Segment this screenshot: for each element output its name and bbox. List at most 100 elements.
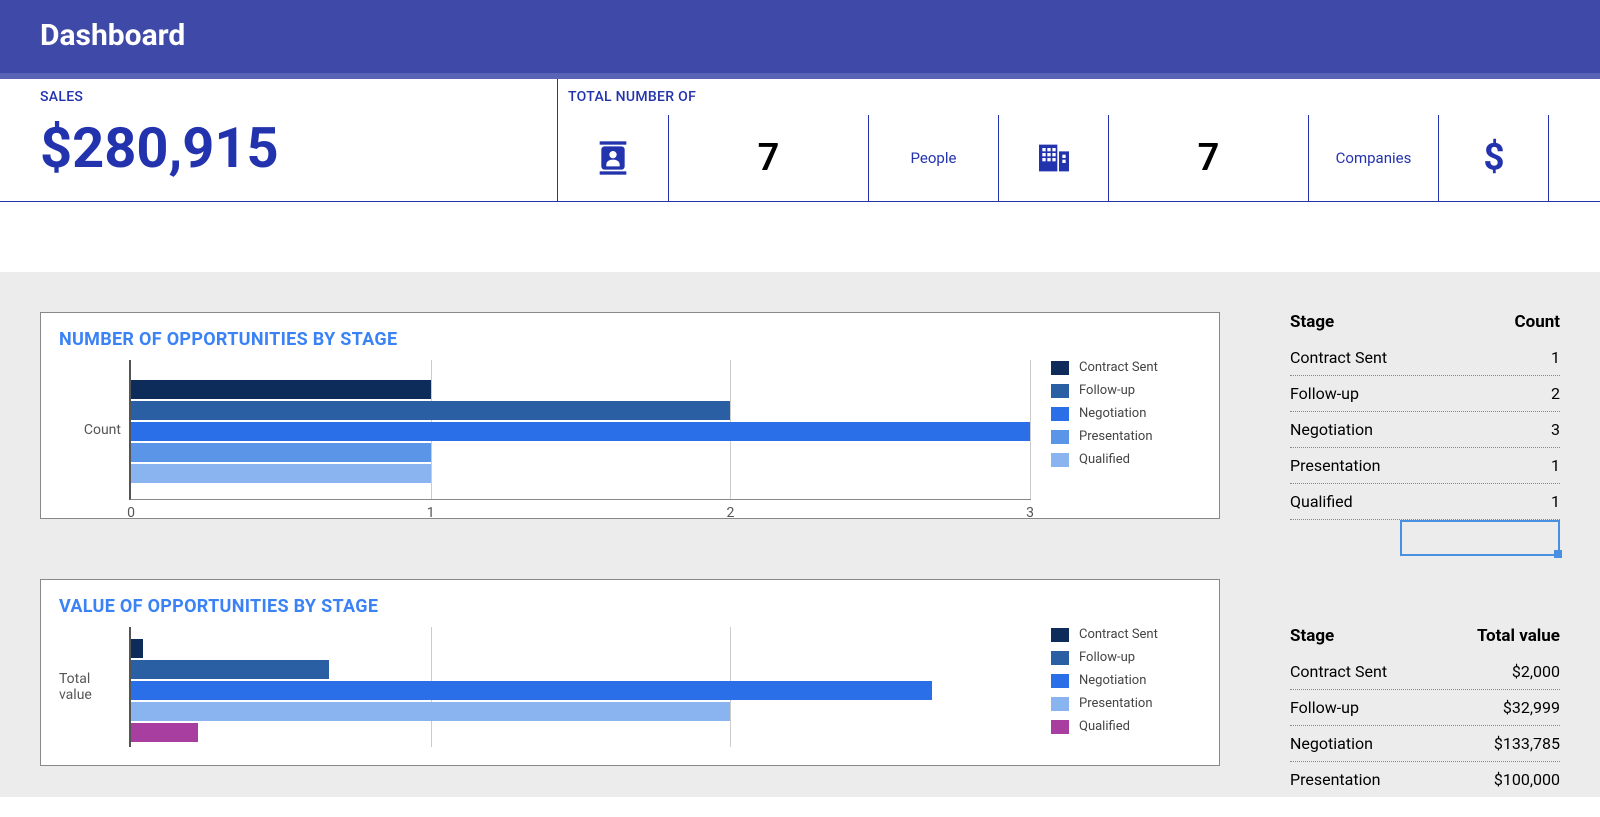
chart2-ylabel: Total value (59, 627, 129, 747)
legend-label: Negotiation (1079, 406, 1146, 421)
total-label: TOTAL NUMBER OF (568, 89, 1600, 105)
cell-stage: Contract Sent (1290, 348, 1387, 367)
col-stage: Stage (1290, 626, 1334, 646)
people-count: 7 (668, 115, 868, 201)
legend-item: Contract Sent (1051, 627, 1201, 642)
person-icon (593, 138, 633, 178)
table-header: Stage Total value (1290, 626, 1560, 654)
summary-sales: SALES $280,915 (0, 79, 558, 201)
table-value-by-stage: Stage Total value Contract Sent $2,000 Fo… (1290, 626, 1560, 797)
app-header: Dashboard (0, 0, 1600, 79)
table-row[interactable]: Follow-up $32,999 (1290, 690, 1560, 726)
cell-value: 1 (1551, 456, 1560, 475)
chart-opportunities-by-stage: NUMBER OF OPPORTUNITIES BY STAGE Count 0… (40, 312, 1220, 519)
legend-label: Negotiation (1079, 673, 1146, 688)
legend-label: Presentation (1079, 429, 1153, 444)
selection-handle[interactable] (1554, 550, 1562, 558)
table-row[interactable]: Contract Sent 1 (1290, 340, 1560, 376)
col-stage: Stage (1290, 312, 1334, 332)
bar-negotiation (131, 422, 1030, 441)
sales-value: $280,915 (40, 115, 517, 181)
company-icon (1034, 138, 1074, 178)
people-icon-cell (558, 115, 668, 201)
bar-negotiation (131, 681, 932, 700)
legend-label: Qualified (1079, 452, 1130, 467)
cell-stage: Presentation (1290, 770, 1380, 789)
legend-item: Follow-up (1051, 383, 1201, 398)
cell-stage: Negotiation (1290, 734, 1373, 753)
people-label: People (868, 115, 998, 201)
cell-value: $32,999 (1503, 698, 1560, 717)
legend-item: Qualified (1051, 719, 1201, 734)
chart1-plot: 0 1 2 3 (129, 360, 1031, 500)
table-row[interactable]: Presentation 1 (1290, 448, 1560, 484)
cell-value: 3 (1551, 420, 1560, 439)
table-row[interactable]: Qualified 1 (1290, 484, 1560, 520)
legend-label: Contract Sent (1079, 627, 1158, 642)
opportunities-count: 8 (1548, 115, 1600, 201)
chart1-tick-0: 0 (127, 505, 135, 521)
bar-presentation (131, 702, 730, 721)
table-count-by-stage: Stage Count Contract Sent 1 Follow-up 2 Ne… (1290, 312, 1560, 556)
legend-item: Follow-up (1051, 650, 1201, 665)
dollar-icon-cell: $ (1438, 115, 1548, 201)
table-row[interactable]: Follow-up 2 (1290, 376, 1560, 412)
bar-contract-sent (131, 639, 143, 658)
legend-item: Presentation (1051, 429, 1201, 444)
legend-label: Follow-up (1079, 650, 1135, 665)
summary-totals: TOTAL NUMBER OF 7 People 7 Companies $ 8… (558, 79, 1600, 201)
legend-item: Negotiation (1051, 406, 1201, 421)
chart1-tick-3: 3 (1026, 505, 1034, 521)
bar-follow-up (131, 660, 329, 679)
bar-qualified (131, 723, 198, 742)
sales-label: SALES (40, 89, 517, 105)
summary-row: SALES $280,915 TOTAL NUMBER OF 7 People … (0, 79, 1600, 202)
cell-value: $2,000 (1512, 662, 1560, 681)
table-row[interactable]: Negotiation 3 (1290, 412, 1560, 448)
legend-label: Contract Sent (1079, 360, 1158, 375)
cell-value: 1 (1551, 492, 1560, 511)
table-row[interactable]: Contract Sent $2,000 (1290, 654, 1560, 690)
cell-stage: Follow-up (1290, 384, 1359, 403)
bar-qualified (131, 464, 431, 483)
cell-value: $100,000 (1494, 770, 1560, 789)
legend-item: Qualified (1051, 452, 1201, 467)
cell-stage: Negotiation (1290, 420, 1373, 439)
cell-value: 1 (1551, 348, 1560, 367)
cell-stage: Contract Sent (1290, 662, 1387, 681)
companies-count: 7 (1108, 115, 1308, 201)
legend-item: Negotiation (1051, 673, 1201, 688)
legend-item: Presentation (1051, 696, 1201, 711)
chart2-legend: Contract Sent Follow-up Negotiation Pres… (1031, 627, 1201, 747)
bar-presentation (131, 443, 431, 462)
cell-value: $133,785 (1494, 734, 1560, 753)
legend-label: Presentation (1079, 696, 1153, 711)
selected-cell[interactable] (1400, 520, 1560, 556)
bar-contract-sent (131, 380, 431, 399)
chart1-tick-2: 2 (726, 505, 734, 521)
chart1-legend: Contract Sent Follow-up Negotiation Pres… (1031, 360, 1201, 500)
company-icon-cell (998, 115, 1108, 201)
table-row[interactable]: Negotiation $133,785 (1290, 726, 1560, 762)
chart1-ylabel: Count (59, 360, 129, 500)
charts-area: NUMBER OF OPPORTUNITIES BY STAGE Count 0… (0, 272, 1600, 797)
col-count: Count (1514, 312, 1560, 332)
chart2-plot (129, 627, 1031, 747)
cell-stage: Follow-up (1290, 698, 1359, 717)
cell-stage: Presentation (1290, 456, 1380, 475)
table-header: Stage Count (1290, 312, 1560, 340)
cell-value: 2 (1551, 384, 1560, 403)
chart2-title: VALUE OF OPPORTUNITIES BY STAGE (41, 580, 1219, 627)
table-row[interactable]: Presentation $100,000 (1290, 762, 1560, 797)
chart1-tick-1: 1 (427, 505, 435, 521)
chart1-title: NUMBER OF OPPORTUNITIES BY STAGE (41, 313, 1219, 360)
svg-text:$: $ (1483, 138, 1504, 178)
legend-label: Follow-up (1079, 383, 1135, 398)
legend-item: Contract Sent (1051, 360, 1201, 375)
bar-follow-up (131, 401, 730, 420)
page-title: Dashboard (40, 18, 1560, 53)
chart-value-by-stage: VALUE OF OPPORTUNITIES BY STAGE Total va… (40, 579, 1220, 766)
dollar-icon: $ (1474, 138, 1514, 178)
col-total-value: Total value (1477, 626, 1560, 646)
cell-stage: Qualified (1290, 492, 1353, 511)
